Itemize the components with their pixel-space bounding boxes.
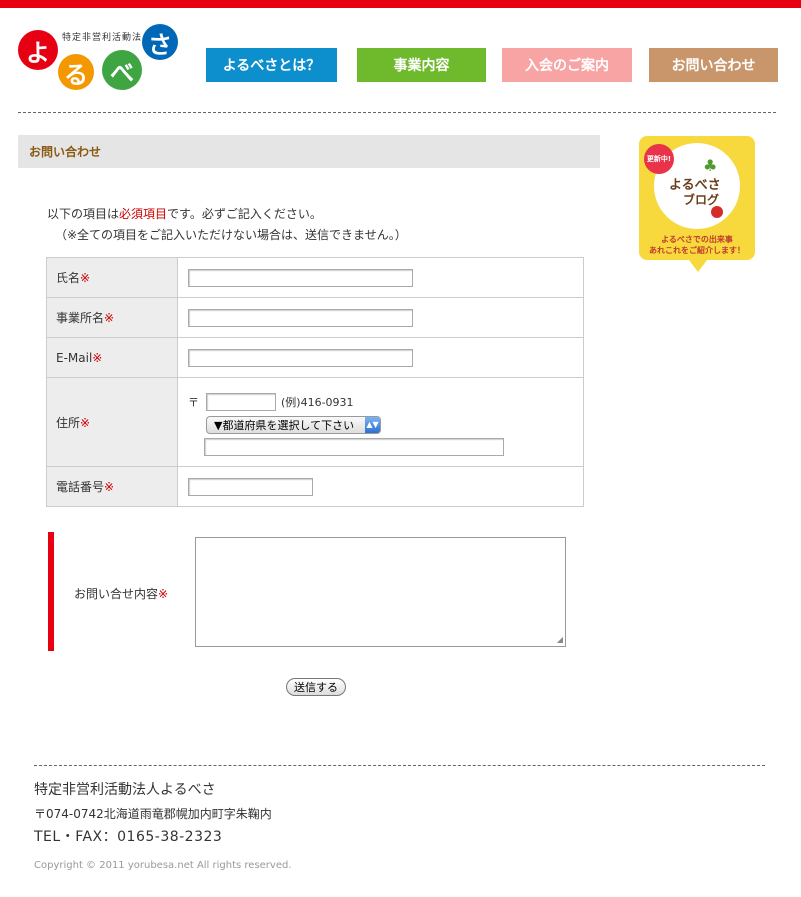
- intro-prefix: 以下の項目は: [47, 207, 120, 221]
- phone-label: 電話番号: [56, 480, 105, 494]
- intro-required: 必須項目: [119, 207, 168, 221]
- required-mark: ※: [80, 415, 91, 430]
- required-mark: ※: [92, 350, 103, 365]
- blog-banner[interactable]: 更新中! ♣ よるべさ ブログ よるべさでの出来事 あれこれをご紹介します！: [639, 136, 755, 272]
- inquiry-label-text: お問い合せ内容: [74, 587, 159, 601]
- nav-membership[interactable]: 入会のご案内: [502, 48, 632, 82]
- clover-icon: ♣: [703, 156, 718, 175]
- resize-grip-icon[interactable]: ◢: [557, 635, 563, 644]
- form-row-address: 住所※ 〒 (例)416-0931 ▼都道府県を選択して下さい ▲▼: [46, 377, 584, 467]
- footer-tel: TEL・FAX：0165-38-2323: [34, 829, 223, 845]
- ladybug-icon: [711, 206, 723, 218]
- name-input[interactable]: [188, 268, 413, 287]
- form-row-phone: 電話番号※: [46, 466, 584, 507]
- select-arrows-icon: ▲▼: [365, 416, 380, 433]
- nav-contact[interactable]: お問い合わせ: [649, 48, 778, 82]
- name-label-cell: 氏名※: [46, 257, 178, 298]
- street-row: [204, 437, 583, 456]
- office-label: 事業所名: [56, 311, 105, 325]
- office-input[interactable]: [188, 308, 413, 327]
- postal-row: 〒 (例)416-0931: [188, 391, 583, 413]
- required-mark: ※: [80, 271, 91, 285]
- logo-char-2: る: [58, 54, 94, 90]
- footer-org: 特定非営利活動法人よるべさ: [34, 782, 216, 798]
- logo-org-label: 特定非営利活動法人: [62, 33, 153, 43]
- submit-button[interactable]: 送信する: [286, 678, 346, 696]
- inquiry-textarea[interactable]: ◢: [195, 537, 566, 647]
- required-mark: ※: [104, 311, 115, 325]
- postal-example: (例)416-0931: [281, 395, 354, 409]
- postal-symbol: 〒: [188, 395, 199, 409]
- blog-caption-line1: よるべさでの出来事: [661, 235, 733, 244]
- inquiry-accent-bar: [48, 532, 54, 651]
- blog-new-badge: 更新中!: [644, 144, 674, 174]
- phone-label-cell: 電話番号※: [46, 466, 178, 507]
- form-row-office: 事業所名※: [46, 297, 584, 338]
- phone-input-cell: [177, 466, 584, 507]
- postal-input[interactable]: [206, 392, 276, 411]
- email-input[interactable]: [188, 348, 413, 367]
- footer-address: 〒074-0742北海道雨竜郡幌加内町字朱鞠内: [34, 807, 272, 821]
- footer-copyright: Copyright © 2011 yorubesa.net All rights…: [34, 860, 292, 871]
- office-label-cell: 事業所名※: [46, 297, 178, 338]
- address-label: 住所: [56, 415, 81, 430]
- phone-input[interactable]: [188, 477, 313, 496]
- name-label: 氏名: [56, 271, 81, 285]
- top-accent-bar: [0, 0, 801, 8]
- intro-note: （※全ての項目をご記入いただけない場合は、送信できません。）: [55, 228, 407, 242]
- nav-services[interactable]: 事業内容: [357, 48, 486, 82]
- email-label-cell: E-Mail※: [46, 337, 178, 378]
- header-divider: [18, 112, 776, 113]
- blog-caption-line2: あれこれをご紹介します！: [649, 246, 745, 255]
- office-input-cell: [177, 297, 584, 338]
- inquiry-label: お問い合せ内容※: [74, 585, 168, 602]
- prefecture-selected-value: ▼都道府県を選択して下さい: [214, 418, 355, 432]
- nav-about[interactable]: よるべさとは？: [206, 48, 337, 82]
- blog-badge-tail: [689, 260, 707, 272]
- section-title: お問い合わせ: [18, 135, 600, 168]
- required-mark: ※: [104, 480, 115, 494]
- street-input[interactable]: [204, 437, 504, 456]
- footer-divider: [34, 765, 765, 766]
- logo-char-4: さ: [142, 24, 178, 60]
- email-input-cell: [177, 337, 584, 378]
- prefecture-select[interactable]: ▼都道府県を選択して下さい ▲▼: [206, 415, 381, 434]
- logo-char-1: よ: [18, 30, 58, 70]
- intro-text: 以下の項目は必須項目です。必ずご記入ください。: [47, 205, 322, 222]
- logo-char-3: べ: [102, 50, 142, 90]
- address-label-cell: 住所※: [46, 377, 178, 467]
- contact-form-table: 氏名※ 事業所名※ E-Mail※ 住所※ 〒 (例)416-0931 ▼都道府…: [46, 257, 584, 507]
- email-label: E-Mail: [56, 350, 93, 365]
- blog-title-line2: ブログ: [683, 193, 720, 207]
- form-row-name: 氏名※: [46, 257, 584, 298]
- required-mark: ※: [158, 587, 169, 601]
- address-input-cell: 〒 (例)416-0931 ▼都道府県を選択して下さい ▲▼: [177, 377, 584, 467]
- name-input-cell: [177, 257, 584, 298]
- site-logo[interactable]: 特定非営利活動法人 よ る べ さ: [18, 24, 188, 94]
- intro-suffix: です。必ずご記入ください。: [167, 207, 322, 221]
- prefecture-row: ▼都道府県を選択して下さい ▲▼: [206, 415, 583, 436]
- form-row-email: E-Mail※: [46, 337, 584, 378]
